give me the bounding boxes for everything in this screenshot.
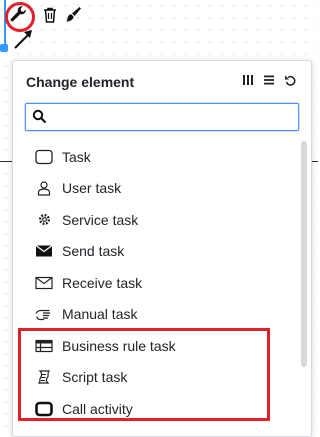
entry-label: Receive task: [62, 274, 143, 291]
search-icon: [32, 109, 47, 129]
element-list: Task User task Service task Send task Re…: [13, 141, 303, 425]
hand-icon: [35, 305, 53, 323]
connect-arrow-icon[interactable]: [12, 28, 36, 50]
selection-handle[interactable]: [0, 44, 8, 52]
entry-label: Call activity: [62, 400, 133, 417]
entry-manual-task[interactable]: Manual task: [13, 299, 303, 331]
envelope-outline-icon: [35, 274, 53, 292]
call-activity-icon: [35, 400, 53, 418]
entry-send-task[interactable]: Send task: [13, 236, 303, 268]
popup-header-icons: [241, 73, 297, 87]
entry-task[interactable]: Task: [13, 141, 303, 173]
task-icon: [35, 148, 53, 166]
table-icon: [35, 337, 53, 355]
reset-icon[interactable]: [283, 73, 297, 87]
search-input[interactable]: [52, 106, 296, 130]
scrollbar[interactable]: [301, 141, 307, 367]
list-icon[interactable]: [262, 73, 276, 87]
entry-label: Task: [62, 148, 91, 165]
paint-brush-icon[interactable]: [61, 3, 85, 27]
envelope-filled-icon: [35, 242, 53, 260]
entry-receive-task[interactable]: Receive task: [13, 267, 303, 299]
entry-label: Manual task: [62, 306, 138, 323]
entry-label: Send task: [62, 243, 125, 260]
entry-service-task[interactable]: Service task: [13, 204, 303, 236]
change-element-popup: Change element Task User task Service ta…: [12, 60, 312, 437]
entry-label: Script task: [62, 369, 128, 386]
popup-title: Change element: [26, 74, 135, 90]
columns-icon[interactable]: [241, 73, 255, 87]
gear-icon: [35, 211, 53, 229]
entry-label: User task: [62, 180, 122, 197]
search-field[interactable]: [25, 103, 299, 131]
user-task-icon: [35, 179, 53, 197]
entry-script-task[interactable]: Script task: [13, 362, 303, 394]
entry-business-rule-task[interactable]: Business rule task: [13, 330, 303, 362]
entry-call-activity[interactable]: Call activity: [13, 393, 303, 425]
entry-label: Business rule task: [62, 337, 176, 354]
script-icon: [35, 368, 53, 386]
entry-user-task[interactable]: User task: [13, 173, 303, 205]
entry-label: Service task: [62, 211, 139, 228]
trash-icon[interactable]: [38, 3, 62, 27]
